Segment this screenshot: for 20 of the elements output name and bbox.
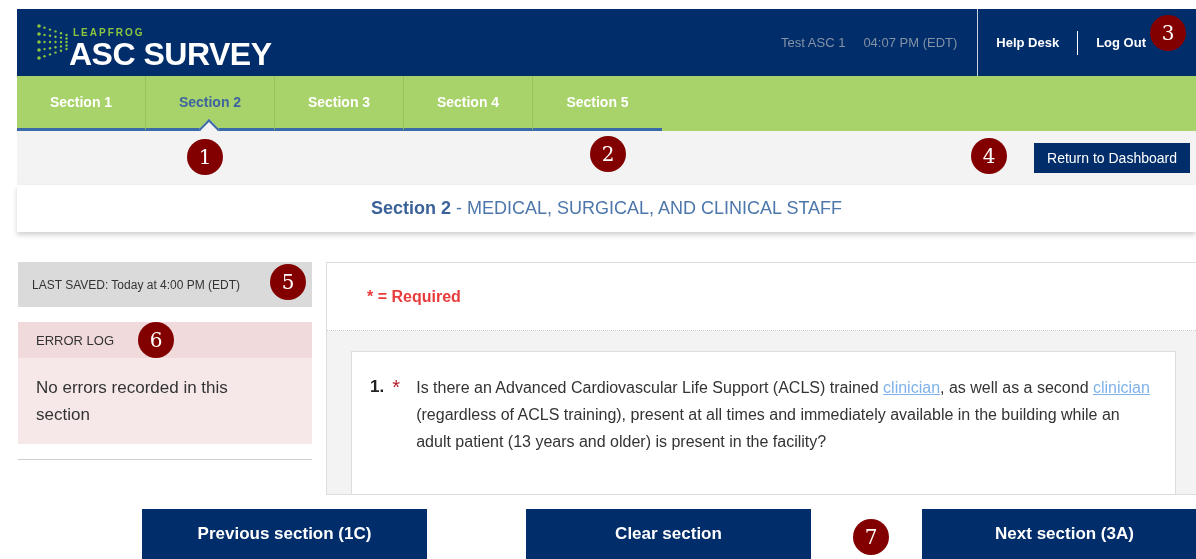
- logo-title: ASC SURVEY: [69, 38, 272, 70]
- current-time: 04:07 PM (EDT): [863, 35, 958, 50]
- section-title: Section 2 - MEDICAL, SURGICAL, AND CLINICAL STAFF: [17, 185, 1196, 232]
- user-name: Test ASC 1: [781, 35, 846, 50]
- section-nav-button[interactable]: Next section (3A): [922, 509, 1196, 559]
- required-legend: * = Required: [367, 287, 461, 306]
- header-link[interactable]: Help Desk: [996, 35, 1060, 50]
- error-log-title: ERROR LOG: [36, 332, 114, 348]
- term-link[interactable]: clinician: [883, 379, 941, 396]
- callout-marker: 7: [853, 519, 889, 555]
- return-dashboard-button[interactable]: Return to Dashboard: [1034, 143, 1190, 173]
- required-asterisk: *: [391, 376, 402, 399]
- term-link[interactable]: clinician: [1093, 379, 1150, 396]
- section-nav-button[interactable]: Clear section: [526, 509, 811, 559]
- error-log-message: No errors recorded in this section: [35, 377, 229, 426]
- header-link[interactable]: Log Out: [1096, 35, 1146, 50]
- question-number: 1.: [370, 377, 385, 397]
- logo-subtitle: LEAPFROG: [73, 27, 146, 38]
- section-nav-button[interactable]: Previous section (1C): [142, 509, 427, 559]
- question-text: Is there an Advanced Cardiovascular Life Support (ACLS) trained clinician, as well as a second clinician (regardless of ACLS training), present at all times and immediately available in the building while an adult patient (13 years and older) is present in the facility?: [416, 378, 1151, 452]
